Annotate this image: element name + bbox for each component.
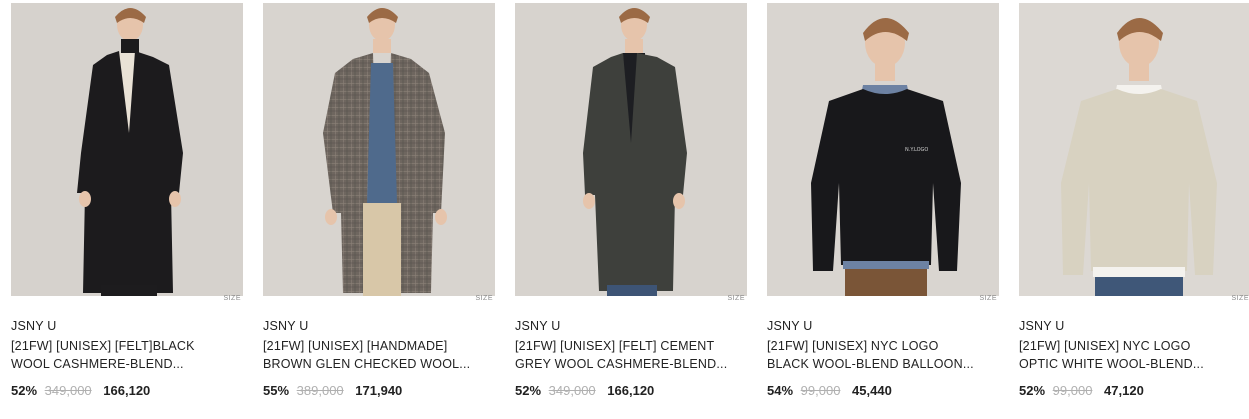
- svg-text:N.Y.LOGO: N.Y.LOGO: [905, 147, 928, 153]
- coat-body: [583, 53, 687, 291]
- brand-name[interactable]: JSNY U: [767, 319, 812, 333]
- size-label[interactable]: SIZE: [223, 295, 241, 302]
- product-name-line: BROWN GLEN CHECKED WOOL...: [263, 357, 471, 371]
- product-photo: [263, 3, 495, 296]
- sale-price: 166,120: [607, 383, 655, 398]
- product-card[interactable]: SIZE JSNY U [21FW] [UNISEX] [HANDMADE] B…: [263, 0, 495, 419]
- sale-price: 171,940: [355, 383, 403, 398]
- price-row: 55% 389,000 171,940: [263, 383, 402, 398]
- product-photo: [1019, 3, 1249, 296]
- price-row: 52% 349,000 166,120: [11, 383, 150, 398]
- product-image[interactable]: N.Y.LOGO: [767, 3, 999, 296]
- pants: [363, 203, 401, 296]
- product-card[interactable]: N.Y.LOGO SIZE JSNY U [21FW] [UNISEX] NYC…: [767, 0, 999, 419]
- product-photo: N.Y.LOGO: [767, 3, 999, 296]
- size-label[interactable]: SIZE: [979, 295, 997, 302]
- inner-shirt-hem: [843, 261, 929, 269]
- product-name[interactable]: [21FW] [UNISEX] NYC LOGO BLACK WOOL-BLEN…: [767, 337, 999, 373]
- product-photo: [515, 3, 747, 296]
- size-label[interactable]: SIZE: [475, 295, 493, 302]
- denim-jacket: [367, 63, 397, 203]
- brand-name[interactable]: JSNY U: [1019, 319, 1064, 333]
- product-card[interactable]: SIZE JSNY U [21FW] [UNISEX] [FELT]BLACK …: [11, 0, 243, 419]
- brand-name[interactable]: JSNY U: [11, 319, 56, 333]
- product-name-line: WOOL CASHMERE-BLEND...: [11, 357, 184, 371]
- product-image[interactable]: [263, 3, 495, 296]
- product-image[interactable]: [1019, 3, 1249, 296]
- original-price: 99,000: [800, 383, 841, 398]
- product-name[interactable]: [21FW] [UNISEX] [FELT]BLACK WOOL CASHMER…: [11, 337, 243, 373]
- product-grid: SIZE JSNY U [21FW] [UNISEX] [FELT]BLACK …: [0, 0, 1249, 419]
- pants: [607, 285, 657, 296]
- discount-rate: 52%: [515, 383, 542, 398]
- product-name-line: [21FW] [UNISEX] [FELT] CEMENT: [515, 339, 715, 353]
- sale-price: 45,440: [852, 383, 892, 398]
- product-name[interactable]: [21FW] [UNISEX] [HANDMADE] BROWN GLEN CH…: [263, 337, 495, 373]
- product-name-line: [21FW] [UNISEX] NYC LOGO: [767, 339, 939, 353]
- brand-name[interactable]: JSNY U: [515, 319, 560, 333]
- product-image[interactable]: [515, 3, 747, 296]
- pants: [1095, 277, 1183, 296]
- original-price: 99,000: [1052, 383, 1093, 398]
- price-row: 52% 99,000 47,120: [1019, 383, 1144, 398]
- sweater-body: [811, 89, 961, 271]
- size-label[interactable]: SIZE: [1231, 295, 1249, 302]
- product-card[interactable]: SIZE JSNY U [21FW] [UNISEX] [FELT] CEMEN…: [515, 0, 747, 419]
- discount-rate: 55%: [263, 383, 290, 398]
- pants: [101, 285, 157, 296]
- product-photo: [11, 3, 243, 296]
- original-price: 389,000: [296, 383, 344, 398]
- product-name-line: OPTIC WHITE WOOL-BLEND...: [1019, 357, 1204, 371]
- sweater-body: [1061, 89, 1217, 275]
- product-name[interactable]: [21FW] [UNISEX] [FELT] CEMENT GREY WOOL …: [515, 337, 747, 373]
- product-name-line: [21FW] [UNISEX] [HANDMADE]: [263, 339, 448, 353]
- product-name-line: GREY WOOL CASHMERE-BLEND...: [515, 357, 728, 371]
- product-name-line: [21FW] [UNISEX] NYC LOGO: [1019, 339, 1191, 353]
- inner-shirt-hem: [1093, 267, 1185, 277]
- discount-rate: 54%: [767, 383, 794, 398]
- product-name-line: BLACK WOOL-BLEND BALLOON...: [767, 357, 974, 371]
- brand-name[interactable]: JSNY U: [263, 319, 308, 333]
- product-name[interactable]: [21FW] [UNISEX] NYC LOGO OPTIC WHITE WOO…: [1019, 337, 1249, 373]
- product-card[interactable]: SIZE JSNY U [21FW] [UNISEX] NYC LOGO OPT…: [1019, 0, 1249, 419]
- original-price: 349,000: [44, 383, 92, 398]
- price-row: 52% 349,000 166,120: [515, 383, 654, 398]
- pants: [845, 269, 927, 296]
- sale-price: 47,120: [1104, 383, 1144, 398]
- price-row: 54% 99,000 45,440: [767, 383, 892, 398]
- size-label[interactable]: SIZE: [727, 295, 745, 302]
- original-price: 349,000: [548, 383, 596, 398]
- sale-price: 166,120: [103, 383, 151, 398]
- product-name-line: [21FW] [UNISEX] [FELT]BLACK: [11, 339, 195, 353]
- discount-rate: 52%: [11, 383, 38, 398]
- product-image[interactable]: [11, 3, 243, 296]
- discount-rate: 52%: [1019, 383, 1046, 398]
